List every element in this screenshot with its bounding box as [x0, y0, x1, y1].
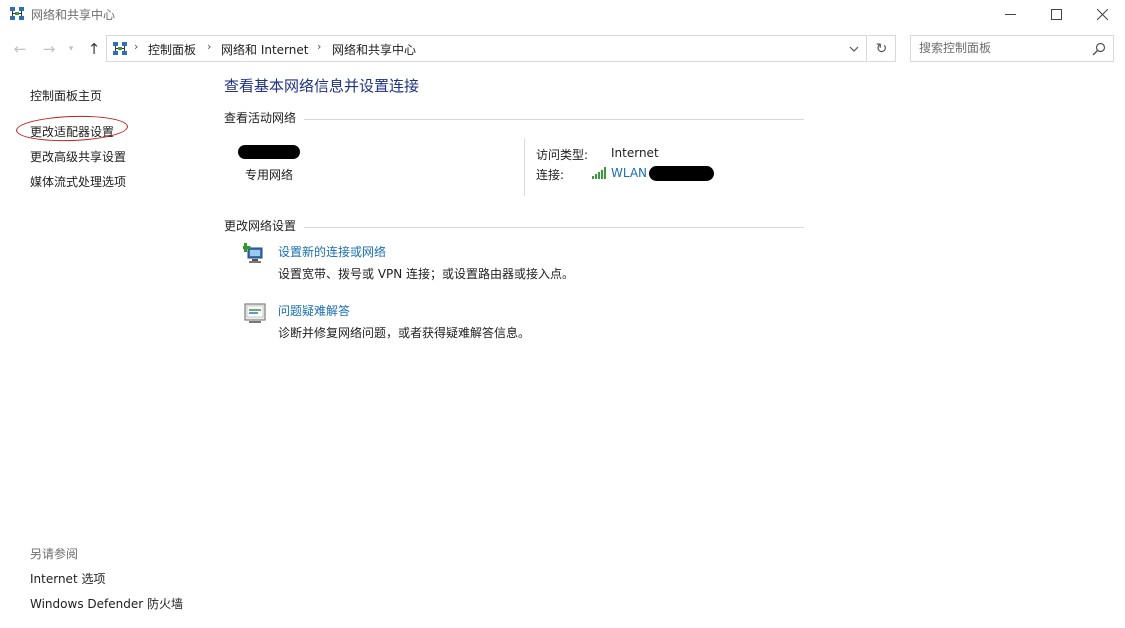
new-connection-icon — [243, 243, 263, 263]
see-also-defender-firewall[interactable]: Windows Defender 防火墙 — [30, 595, 183, 612]
search-box[interactable] — [910, 35, 1114, 62]
arrow-left-icon: ← — [13, 40, 27, 58]
nav-control-panel-home[interactable]: 控制面板主页 — [30, 87, 102, 104]
maximize-button[interactable] — [1033, 0, 1079, 29]
arrow-right-icon: → — [42, 40, 56, 58]
address-bar[interactable]: › 控制面板 › 网络和 Internet › 网络和共享中心 — [106, 35, 867, 62]
close-icon — [1096, 9, 1108, 20]
search-icon[interactable] — [1092, 42, 1106, 56]
address-dropdown-button[interactable] — [843, 37, 865, 60]
wifi-signal-icon — [592, 167, 606, 179]
search-input[interactable] — [919, 41, 1079, 55]
network-center-icon — [10, 7, 24, 20]
close-button[interactable] — [1079, 0, 1125, 29]
forward-button[interactable]: → — [38, 38, 60, 60]
nav-media-streaming-options[interactable]: 媒体流式处理选项 — [30, 173, 126, 190]
maximize-icon — [1050, 9, 1062, 20]
chevron-down-icon — [849, 46, 859, 52]
access-type-value: Internet — [611, 146, 659, 160]
window-title: 网络和共享中心 — [31, 8, 116, 22]
troubleshoot-link[interactable]: 问题疑难解答 — [278, 302, 350, 319]
setup-new-connection-description: 设置宽带、拨号或 VPN 连接；或设置路由器或接入点。 — [278, 267, 575, 281]
network-divider — [524, 138, 525, 196]
breadcrumb-chevron-icon[interactable]: › — [317, 40, 321, 53]
network-type: 专用网络 — [245, 168, 294, 182]
arrow-up-icon: ↑ — [87, 40, 101, 58]
breadcrumb-control-panel[interactable]: 控制面板 — [148, 41, 196, 58]
breadcrumb-network-internet[interactable]: 网络和 Internet — [221, 41, 308, 58]
breadcrumb-network-sharing-center[interactable]: 网络和共享中心 — [332, 41, 416, 58]
setup-new-connection-link[interactable]: 设置新的连接或网络 — [278, 243, 386, 260]
wlan-connection-link[interactable]: WLAN — [611, 166, 647, 180]
nav-change-advanced-sharing[interactable]: 更改高级共享设置 — [30, 148, 126, 165]
section-divider — [304, 227, 804, 228]
network-center-icon — [113, 42, 127, 55]
minimize-icon — [1004, 14, 1016, 15]
title-bar — [0, 0, 1125, 29]
redacted-network-name — [238, 145, 300, 159]
troubleshoot-icon — [244, 303, 266, 323]
refresh-button[interactable]: ↻ — [868, 35, 896, 62]
section-divider — [304, 119, 804, 120]
minimize-button[interactable] — [987, 0, 1033, 29]
active-networks-heading: 查看活动网络 — [224, 111, 297, 125]
breadcrumb-chevron-icon: › — [134, 40, 139, 53]
change-settings-heading: 更改网络设置 — [224, 219, 297, 233]
troubleshoot-description: 诊断并修复网络问题，或者获得疑难解答信息。 — [278, 326, 531, 340]
chevron-down-icon: ▾ — [68, 44, 74, 54]
see-also-heading: 另请参阅 — [30, 547, 79, 561]
access-type-label: 访问类型: — [536, 148, 589, 162]
recent-locations-button[interactable]: ▾ — [64, 38, 78, 60]
breadcrumb-chevron-icon[interactable]: › — [207, 40, 211, 53]
up-button[interactable]: ↑ — [83, 38, 105, 60]
see-also-internet-options[interactable]: Internet 选项 — [30, 570, 105, 587]
redacted-connection-name — [649, 166, 714, 181]
refresh-icon: ↻ — [875, 40, 888, 57]
connection-label: 连接: — [536, 168, 565, 182]
back-button[interactable]: ← — [9, 38, 31, 60]
page-title: 查看基本网络信息并设置连接 — [224, 77, 420, 95]
